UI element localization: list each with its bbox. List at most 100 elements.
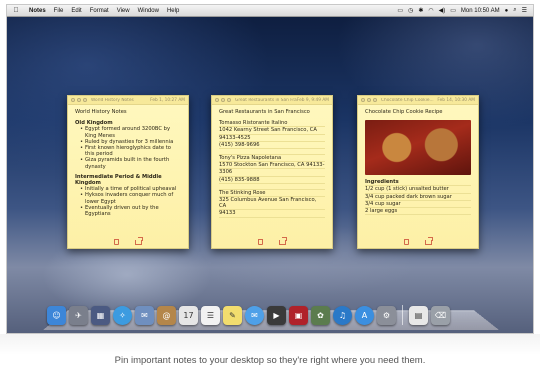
dock: ☺ ✈ ▦ ✧ ✉ @17 ☰ ✎ ✉ ▶ ▣ ✿ ♫ A ⚙ ▤ ⌫ (47, 303, 497, 325)
note-footer (358, 236, 478, 246)
window-controls (361, 98, 377, 102)
note-window-title: Great Restaurants in San Fra... (235, 97, 297, 103)
mail-icon[interactable]: ✉ (135, 306, 154, 325)
window-controls (71, 98, 87, 102)
notification-center-icon[interactable]: ☰ (522, 7, 527, 14)
launchpad-icon[interactable]: ✈ (69, 306, 88, 325)
facetime-icon[interactable]: ▶ (267, 306, 286, 325)
note-titlebar[interactable]: Chocolate Chip Cookie... Feb 14, 10:30 A… (358, 96, 478, 105)
note-bullet-list: Initially a time of political upheaval H… (75, 186, 181, 217)
menu-view[interactable]: View (113, 8, 134, 14)
share-icon[interactable] (425, 236, 433, 245)
safari-icon[interactable]: ✧ (113, 306, 132, 325)
list-item: Egypt formed around 3200BC by King Menes (80, 126, 181, 138)
close-button[interactable] (71, 98, 75, 102)
itunes-icon[interactable]: ♫ (333, 306, 352, 325)
airplay-icon[interactable]: ▭ (397, 7, 403, 14)
marketing-caption: Pin important notes to your desktop so t… (0, 334, 540, 387)
notes-icon[interactable]: ✎ (223, 306, 242, 325)
share-icon[interactable] (279, 236, 287, 245)
list-item: Hyksos invaders conquer much of lower Eg… (80, 192, 181, 204)
desktop-screen:  Notes File Edit Format View Window Hel… (6, 4, 534, 334)
iphoto-icon[interactable]: ✿ (311, 306, 330, 325)
note-body[interactable]: World History Notes Old Kingdom Egypt fo… (68, 105, 188, 217)
reminders-icon[interactable]: ☰ (201, 306, 220, 325)
close-button[interactable] (215, 98, 219, 102)
system-preferences-icon[interactable]: ⚙ (377, 306, 396, 325)
cookie-photo[interactable] (365, 120, 471, 176)
menu-bar:  Notes File Edit Format View Window Hel… (7, 5, 533, 17)
messages-icon[interactable]: ✉ (245, 306, 264, 325)
note-restaurants[interactable]: Great Restaurants in San Fra... Feb 9, 9… (211, 95, 333, 249)
trash-icon[interactable]: ⌫ (431, 306, 450, 325)
zoom-button[interactable] (227, 98, 231, 102)
bluetooth-icon[interactable]: ✱ (418, 7, 423, 14)
menu-clock[interactable]: Mon 10:50 AM (461, 8, 500, 14)
menu-edit[interactable]: Edit (67, 8, 85, 14)
time-machine-icon[interactable]: ◷ (408, 7, 413, 14)
note-line: 94133 (219, 210, 325, 218)
dock-separator (402, 305, 403, 325)
note-footer (68, 236, 188, 246)
note-line: 325 Columbus Avenue San Francisco, CA (219, 197, 325, 211)
mission-control-icon[interactable]: ▦ (91, 306, 110, 325)
note-line: 1/2 cup (1 stick) unsalted butter (365, 186, 471, 194)
note-bullet-list: Egypt formed around 3200BC by King Menes… (75, 126, 181, 169)
note-cookie-recipe[interactable]: Chocolate Chip Cookie... Feb 14, 10:30 A… (357, 95, 479, 249)
share-icon[interactable] (135, 236, 143, 245)
note-titlebar[interactable]: World History Notes Feb 1, 10:27 AM (68, 96, 188, 105)
minimize-button[interactable] (77, 98, 81, 102)
document-icon[interactable]: ▤ (409, 306, 428, 325)
window-controls (215, 98, 231, 102)
note-line: The Stinking Rose (219, 190, 325, 198)
zoom-button[interactable] (373, 98, 377, 102)
delete-note-icon[interactable] (404, 239, 409, 245)
apple-icon[interactable]:  (7, 7, 25, 14)
menu-help[interactable]: Help (163, 8, 183, 14)
spotlight-icon[interactable]: ⌕ (513, 7, 516, 14)
note-heading: World History Notes (75, 109, 127, 115)
user-icon[interactable]: ● (505, 8, 509, 14)
note-line: Tony's Pizza Napoletana (219, 155, 325, 163)
delete-note-icon[interactable] (114, 239, 119, 245)
note-window-date: Feb 14, 10:30 AM (437, 97, 475, 103)
app-store-icon[interactable]: A (355, 306, 374, 325)
menu-file[interactable]: File (50, 8, 68, 14)
photo-booth-icon[interactable]: ▣ (289, 306, 308, 325)
minimize-button[interactable] (221, 98, 225, 102)
zoom-button[interactable] (83, 98, 87, 102)
list-item: First known hieroglyphics date to this p… (80, 145, 181, 157)
note-titlebar[interactable]: Great Restaurants in San Fra... Feb 9, 9… (212, 96, 332, 105)
note-line: 3/4 cup packed dark brown sugar (365, 194, 471, 201)
list-item: Giza pyramids built in the fourth dynast… (80, 157, 181, 169)
note-line: 3306 (219, 169, 325, 177)
menu-app-name[interactable]: Notes (25, 8, 50, 14)
close-button[interactable] (361, 98, 365, 102)
calendar-icon[interactable]: 17 (179, 306, 198, 325)
note-footer (212, 236, 332, 246)
note-body[interactable]: Great Restaurants in San Francisco Tomas… (212, 105, 332, 218)
status-area: ▭ ◷ ✱ ◠ ◀) ▭ Mon 10:50 AM ● ⌕ ☰ (397, 7, 533, 14)
note-line: 1570 Stockton San Francisco, CA 94133- (219, 162, 325, 170)
finder-icon[interactable]: ☺ (47, 306, 66, 325)
note-world-history[interactable]: World History Notes Feb 1, 10:27 AM Worl… (67, 95, 189, 249)
wifi-icon[interactable]: ◠ (428, 7, 433, 14)
minimize-button[interactable] (367, 98, 371, 102)
note-section-title: Intermediate Period & Middle Kingdom (75, 173, 162, 187)
volume-icon[interactable]: ◀) (439, 7, 446, 14)
note-line: Tomasso Ristorante Italino (219, 120, 325, 128)
delete-note-icon[interactable] (258, 239, 263, 245)
note-line: 1042 Kearny Street San Francisco, CA (219, 127, 325, 135)
note-window-date: Feb 9, 9:49 AM (296, 97, 329, 103)
note-window-title: World History Notes (91, 97, 134, 103)
menu-format[interactable]: Format (86, 8, 113, 14)
contacts-icon[interactable]: @ (157, 306, 176, 325)
menu-window[interactable]: Window (134, 8, 163, 14)
note-heading: Chocolate Chip Cookie Recipe (365, 109, 443, 115)
note-line: (415) 835-9888 (219, 177, 325, 184)
note-body[interactable]: Chocolate Chip Cookie Recipe Ingredients… (358, 105, 478, 216)
note-window-title: Chocolate Chip Cookie... (381, 97, 434, 103)
note-line: (415) 398-9696 (219, 142, 325, 150)
note-line: Ingredients (365, 179, 471, 187)
battery-icon[interactable]: ▭ (450, 7, 456, 14)
